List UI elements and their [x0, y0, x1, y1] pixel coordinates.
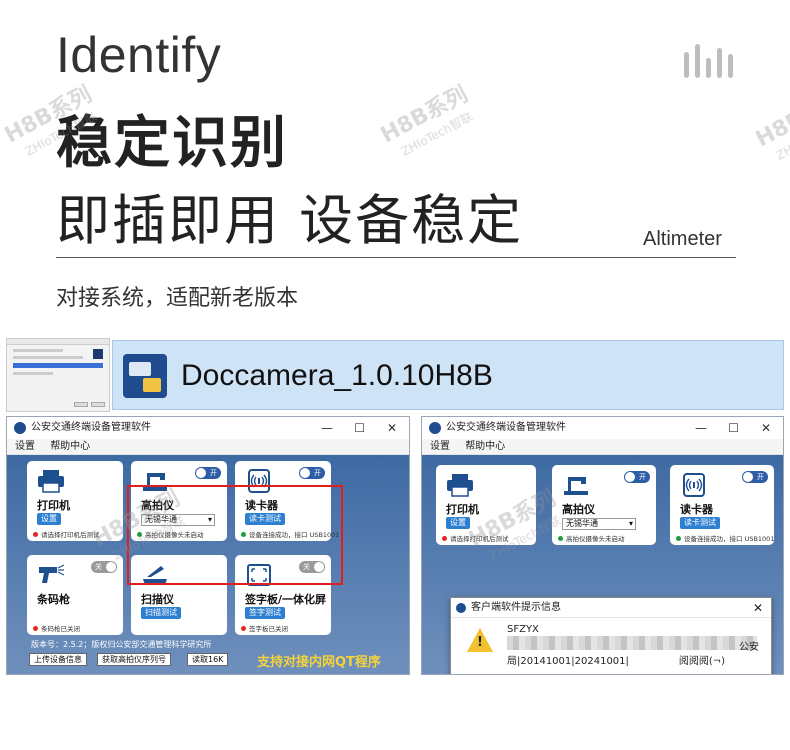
app-logo-icon — [456, 603, 466, 613]
printer-settings-button[interactable]: 设置 — [446, 517, 470, 529]
dialog-title-bar: 客户端软件提示信息 ✕ — [451, 598, 771, 618]
read-16k-button[interactable]: 读取16K — [187, 653, 229, 666]
close-button[interactable]: ✕ — [387, 417, 397, 439]
redacted-text — [507, 636, 757, 650]
status-text: 请选择打印机后测试 — [442, 533, 509, 543]
dialog-message-line2: 局|20141001|20241001| 阅阅阅(¬) — [507, 656, 726, 667]
scan-test-button[interactable]: 扫描测试 — [141, 607, 181, 619]
minimize-button[interactable]: — — [321, 417, 333, 439]
barcode-toggle[interactable]: 关 — [91, 561, 117, 573]
version-text: 版本号：2.5.2；版权归公安部交通管理科学研究所 — [31, 640, 212, 649]
maximize-button[interactable]: ☐ — [354, 417, 365, 439]
card-barcode: 关 条码枪 条码枪已关闭 — [27, 555, 123, 635]
app-window-left: 公安交通终端设备管理软件 — ☐ ✕ 设置 帮助中心 打印机 设置 请选择打印机… — [6, 416, 410, 675]
app-window-right: 公安交通终端设备管理软件 — ☐ ✕ 设置 帮助中心 打印机 设置 请选择打印机… — [421, 416, 784, 675]
card-printer: 打印机 设置 请选择打印机后测试 — [436, 465, 536, 545]
menu-help[interactable]: 帮助中心 — [465, 441, 505, 452]
app-logo-icon — [429, 422, 441, 434]
tag-label: Altimeter — [643, 228, 722, 250]
app-logo-icon — [14, 422, 26, 434]
minimize-button[interactable]: — — [695, 417, 707, 439]
card-name: 高拍仪 — [562, 503, 595, 516]
status-dot — [558, 536, 563, 541]
printer-icon — [447, 474, 473, 497]
status-text: 条码枪已关闭 — [33, 623, 80, 633]
printer-icon — [38, 470, 64, 493]
get-camera-serial-button[interactable]: 获取高拍仪序列号 — [97, 653, 171, 666]
title-bar: 公安交通终端设备管理软件 — ☐ ✕ — [422, 417, 783, 439]
title-bar: 公安交通终端设备管理软件 — ☐ ✕ — [7, 417, 409, 439]
client-area: 打印机 设置 请选择打印机后测试 开 高拍仪 无锡华通 高拍仪摄像头未启动 开 … — [7, 455, 409, 674]
read-card-test-button[interactable]: 读卡测试 — [680, 517, 720, 529]
dialog-message-line1: SFZYX — [507, 624, 539, 635]
dialog-message-tail: 公安 — [739, 642, 759, 653]
card-name: 打印机 — [37, 499, 70, 512]
status-text: 高拍仪摄像头未启动 — [558, 533, 625, 543]
card-name: 扫描仪 — [141, 593, 174, 606]
status-dot — [33, 626, 38, 631]
printer-settings-button[interactable]: 设置 — [37, 513, 61, 525]
dialog-title: 客户端软件提示信息 — [471, 602, 561, 613]
card-name: 条码枪 — [37, 593, 70, 606]
info-dialog: 客户端软件提示信息 ✕ SFZYX 公安 局|20141001|20241001… — [450, 597, 772, 674]
maximize-button[interactable]: ☐ — [728, 417, 739, 439]
dialog-close-icon[interactable]: ✕ — [753, 598, 763, 618]
app-banner[interactable]: Doccamera_1.0.10H8B — [112, 340, 784, 410]
status-text: 签字板已关闭 — [241, 623, 288, 633]
warning-icon — [467, 628, 493, 652]
menu-settings[interactable]: 设置 — [15, 441, 35, 452]
app-name: Doccamera_1.0.10H8B — [181, 359, 493, 392]
document-camera-icon — [564, 477, 588, 495]
camera-toggle[interactable]: 开 — [624, 471, 650, 483]
card-name: 打印机 — [446, 503, 479, 516]
divider — [56, 257, 736, 258]
upload-device-info-button[interactable]: 上传设备信息 — [29, 653, 87, 666]
card-name: 签字板/一体化屏 — [245, 593, 327, 606]
status-text: 请选择打印机后测试 — [33, 529, 100, 539]
card-reader: 开 读卡器 读卡测试 设备连接成功，接口 USB1001 — [670, 465, 774, 545]
status-dot — [676, 536, 681, 541]
camera-toggle[interactable]: 开 — [195, 467, 221, 479]
status-dot — [442, 536, 447, 541]
card-camera: 开 高拍仪 无锡华通 高拍仪摄像头未启动 — [552, 465, 656, 545]
description: 对接系统，适配新老版本 — [56, 286, 299, 311]
card-name: 读卡器 — [680, 503, 713, 516]
window-title: 公安交通终端设备管理软件 — [31, 422, 151, 433]
close-button[interactable]: ✕ — [761, 417, 771, 439]
menu-help[interactable]: 帮助中心 — [50, 441, 90, 452]
menu-bar: 设置 帮助中心 — [7, 439, 409, 455]
highlight-box — [127, 485, 343, 585]
status-dot — [33, 532, 38, 537]
status-dot — [241, 626, 246, 631]
installer-logo-icon — [93, 349, 103, 359]
reader-toggle[interactable]: 开 — [742, 471, 768, 483]
subtitle: 即插即用 设备稳定 — [56, 189, 524, 252]
card-reader-icon — [683, 473, 705, 497]
qt-support-note: 支持对接内网QT程序 — [257, 655, 381, 670]
barcode-scanner-icon — [39, 564, 65, 583]
menu-settings[interactable]: 设置 — [430, 441, 450, 452]
watermark: H8B系列 ZHIoTech智联 — [751, 85, 790, 163]
camera-select[interactable]: 无锡华通 — [562, 518, 636, 530]
card-printer: 打印机 设置 请选择打印机后测试 — [27, 461, 123, 541]
doccamera-app-icon — [123, 354, 167, 398]
main-title: 稳定识别 — [56, 111, 288, 176]
status-text: 设备连接成功，接口 USB1001 — [676, 533, 774, 543]
menu-bar: 设置 帮助中心 — [422, 439, 783, 455]
watermark: H8B系列 ZHIoTech智联 — [376, 81, 476, 159]
signature-test-button[interactable]: 签字测试 — [245, 607, 285, 619]
window-title: 公安交通终端设备管理软件 — [446, 422, 566, 433]
eyebrow-title: Identify — [56, 27, 222, 83]
audio-bars-icon — [684, 44, 734, 78]
reader-toggle[interactable]: 开 — [299, 467, 325, 479]
client-area: 打印机 设置 请选择打印机后测试 开 高拍仪 无锡华通 高拍仪摄像头未启动 开 … — [422, 455, 783, 674]
installer-thumbnail — [6, 338, 110, 412]
